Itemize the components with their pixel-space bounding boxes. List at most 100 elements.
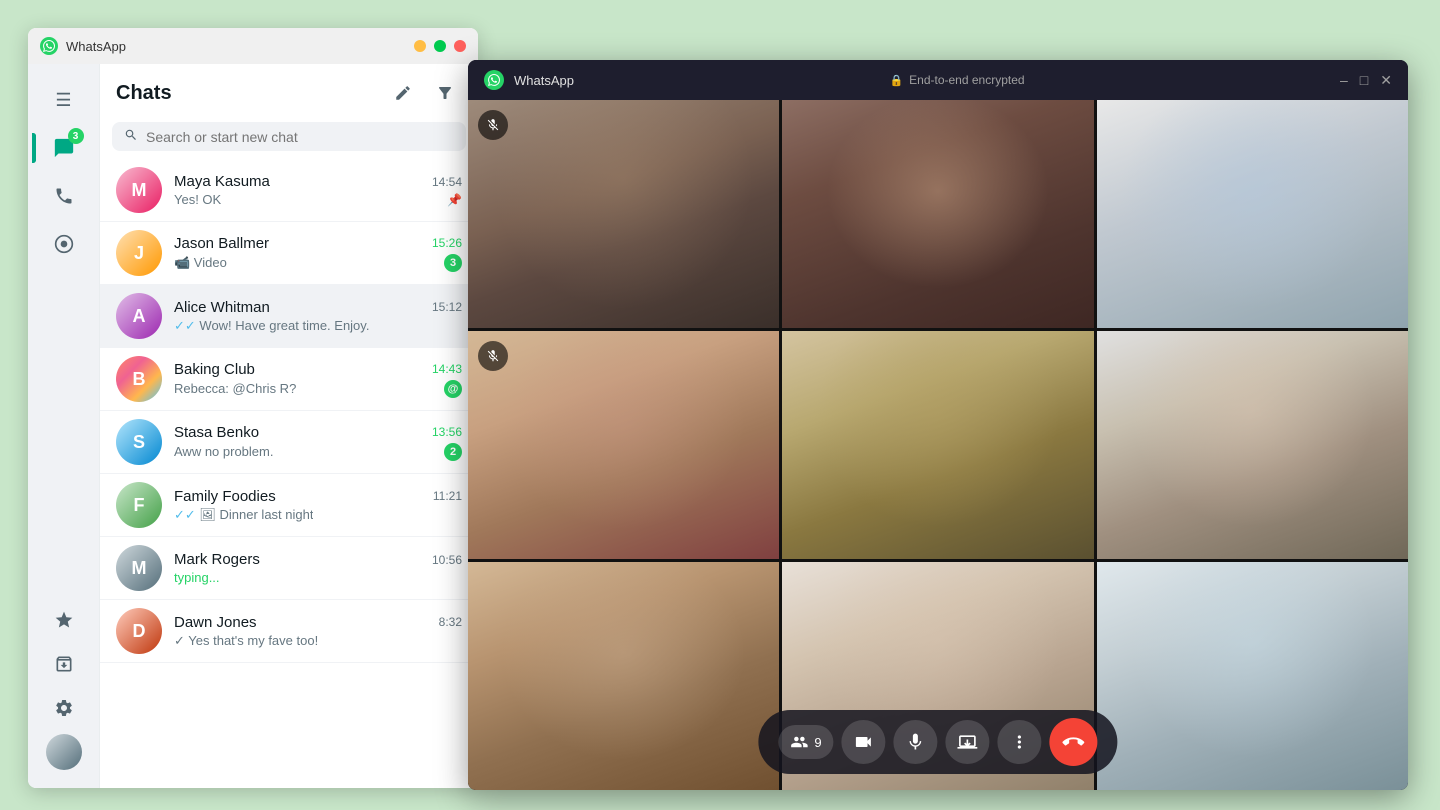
mute-icon-4 (478, 341, 508, 371)
participants-count: 9 (814, 735, 821, 750)
mute-icon-1 (478, 110, 508, 140)
chat-info-stasa: Stasa Benko 13:56 Aww no problem. 2 (174, 424, 462, 461)
search-bar (112, 122, 466, 151)
chat-item-stasa[interactable]: S Stasa Benko 13:56 Aww no problem. 2 (100, 411, 478, 474)
avatar-alice: A (116, 293, 162, 339)
more-options-button[interactable] (998, 720, 1042, 764)
sidebar-chats-icon[interactable]: 3 (44, 128, 84, 168)
app-icon (40, 37, 58, 55)
unread-badge-stasa: 2 (444, 443, 462, 461)
title-bar: WhatsApp (28, 28, 478, 64)
chat-time-dawn: 8:32 (439, 615, 462, 629)
chat-info-mark: Mark Rogers 10:56 typing... (174, 551, 462, 585)
video-toggle-button[interactable] (842, 720, 886, 764)
main-content: ☰ 3 (28, 64, 478, 788)
video-grid (468, 100, 1408, 790)
chat-name-alice: Alice Whitman (174, 299, 270, 316)
avatar-jason: J (116, 230, 162, 276)
chat-time-maya: 14:54 (432, 175, 462, 189)
sidebar-archived-icon[interactable] (44, 644, 84, 684)
chat-item-family[interactable]: F Family Foodies 11:21 ✓✓ 🖼 Dinner last … (100, 474, 478, 537)
sidebar-status-icon[interactable] (44, 224, 84, 264)
chat-info-dawn: Dawn Jones 8:32 ✓ Yes that's my fave too… (174, 614, 462, 649)
video-cell-7 (468, 562, 779, 790)
video-cell-5 (782, 331, 1093, 559)
chat-time-stasa: 13:56 (432, 425, 462, 439)
chat-info-jason: Jason Ballmer 15:26 📹 Video 3 (174, 235, 462, 272)
avatar-dawn: D (116, 608, 162, 654)
mic-toggle-button[interactable] (894, 720, 938, 764)
sidebar-menu-icon[interactable]: ☰ (44, 80, 84, 120)
video-cell-1 (468, 100, 779, 328)
video-cell-9 (1097, 562, 1408, 790)
chat-time-mark: 10:56 (432, 553, 462, 567)
video-title-center: 🔒 End-to-end encrypted (584, 73, 1330, 87)
video-minimize-button[interactable]: – (1340, 72, 1348, 89)
chats-header: Chats (100, 64, 478, 118)
chat-item-baking[interactable]: B Baking Club 14:43 Rebecca: @Chris R? @ (100, 348, 478, 411)
chat-item-dawn[interactable]: D Dawn Jones 8:32 ✓ Yes that's my fave t… (100, 600, 478, 663)
end-call-button[interactable] (1050, 718, 1098, 766)
chat-item-alice[interactable]: A Alice Whitman 15:12 ✓✓ Wow! Have great… (100, 285, 478, 348)
chat-item-mark[interactable]: M Mark Rogers 10:56 typing... (100, 537, 478, 600)
sidebar-settings-icon[interactable] (44, 688, 84, 728)
video-title-bar: WhatsApp 🔒 End-to-end encrypted – □ ✕ (468, 60, 1408, 100)
filter-button[interactable] (428, 76, 462, 110)
video-close-button[interactable]: ✕ (1380, 72, 1392, 89)
close-button[interactable] (454, 40, 466, 52)
new-chat-button[interactable] (386, 76, 420, 110)
video-cell-2 (782, 100, 1093, 328)
chat-name-family: Family Foodies (174, 488, 276, 505)
search-icon (124, 128, 138, 145)
chat-preview-alice: ✓✓ Wow! Have great time. Enjoy. (174, 318, 369, 334)
sidebar-calls-icon[interactable] (44, 176, 84, 216)
sidebar-starred-icon[interactable] (44, 600, 84, 640)
chat-name-baking: Baking Club (174, 361, 255, 378)
chat-preview-stasa: Aww no problem. (174, 444, 273, 459)
video-app-icon (484, 70, 504, 90)
title-bar-title: WhatsApp (66, 39, 406, 54)
video-cell-4 (468, 331, 779, 559)
participants-button[interactable]: 9 (778, 725, 833, 759)
chat-time-baking: 14:43 (432, 362, 462, 376)
avatar-mark: M (116, 545, 162, 591)
chat-info-baking: Baking Club 14:43 Rebecca: @Chris R? @ (174, 361, 462, 398)
user-avatar[interactable] (44, 732, 84, 772)
minimize-button[interactable] (414, 40, 426, 52)
chats-badge: 3 (68, 128, 84, 144)
chat-preview-baking: Rebecca: @Chris R? (174, 381, 296, 396)
chat-preview-dawn: ✓ Yes that's my fave too! (174, 633, 318, 649)
video-cell-6 (1097, 331, 1408, 559)
unread-badge-baking: @ (444, 380, 462, 398)
chat-name-mark: Mark Rogers (174, 551, 260, 568)
search-input[interactable] (146, 129, 454, 145)
chat-name-stasa: Stasa Benko (174, 424, 259, 441)
header-icons (386, 76, 462, 110)
unread-badge-jason: 3 (444, 254, 462, 272)
video-maximize-button[interactable]: □ (1360, 72, 1368, 89)
chat-preview-mark: typing... (174, 570, 220, 585)
encryption-label: End-to-end encrypted (909, 73, 1024, 87)
screen-share-button[interactable] (946, 720, 990, 764)
chat-list: M Maya Kasuma 14:54 Yes! OK 📌 (100, 159, 478, 788)
chat-preview-family: ✓✓ 🖼 Dinner last night (174, 507, 313, 523)
maximize-button[interactable] (434, 40, 446, 52)
chats-panel: Chats (100, 64, 478, 788)
avatar-stasa: S (116, 419, 162, 465)
chat-item-maya[interactable]: M Maya Kasuma 14:54 Yes! OK 📌 (100, 159, 478, 222)
avatar-maya: M (116, 167, 162, 213)
pin-icon-maya: 📌 (447, 193, 462, 207)
video-cell-3 (1097, 100, 1408, 328)
chat-name-maya: Maya Kasuma (174, 173, 270, 190)
call-controls: 9 (758, 710, 1117, 774)
chat-item-jason[interactable]: J Jason Ballmer 15:26 📹 Video 3 (100, 222, 478, 285)
app-sidebar: ☰ 3 (28, 64, 100, 788)
title-bar-controls (414, 40, 466, 52)
chat-info-alice: Alice Whitman 15:12 ✓✓ Wow! Have great t… (174, 299, 462, 334)
whatsapp-main-window: WhatsApp ☰ 3 (28, 28, 478, 788)
chat-time-family: 11:21 (433, 489, 462, 503)
chat-preview-maya: Yes! OK (174, 192, 221, 207)
video-call-window: WhatsApp 🔒 End-to-end encrypted – □ ✕ (468, 60, 1408, 790)
video-title-text: WhatsApp (514, 73, 574, 88)
chat-time-jason: 15:26 (432, 236, 462, 250)
